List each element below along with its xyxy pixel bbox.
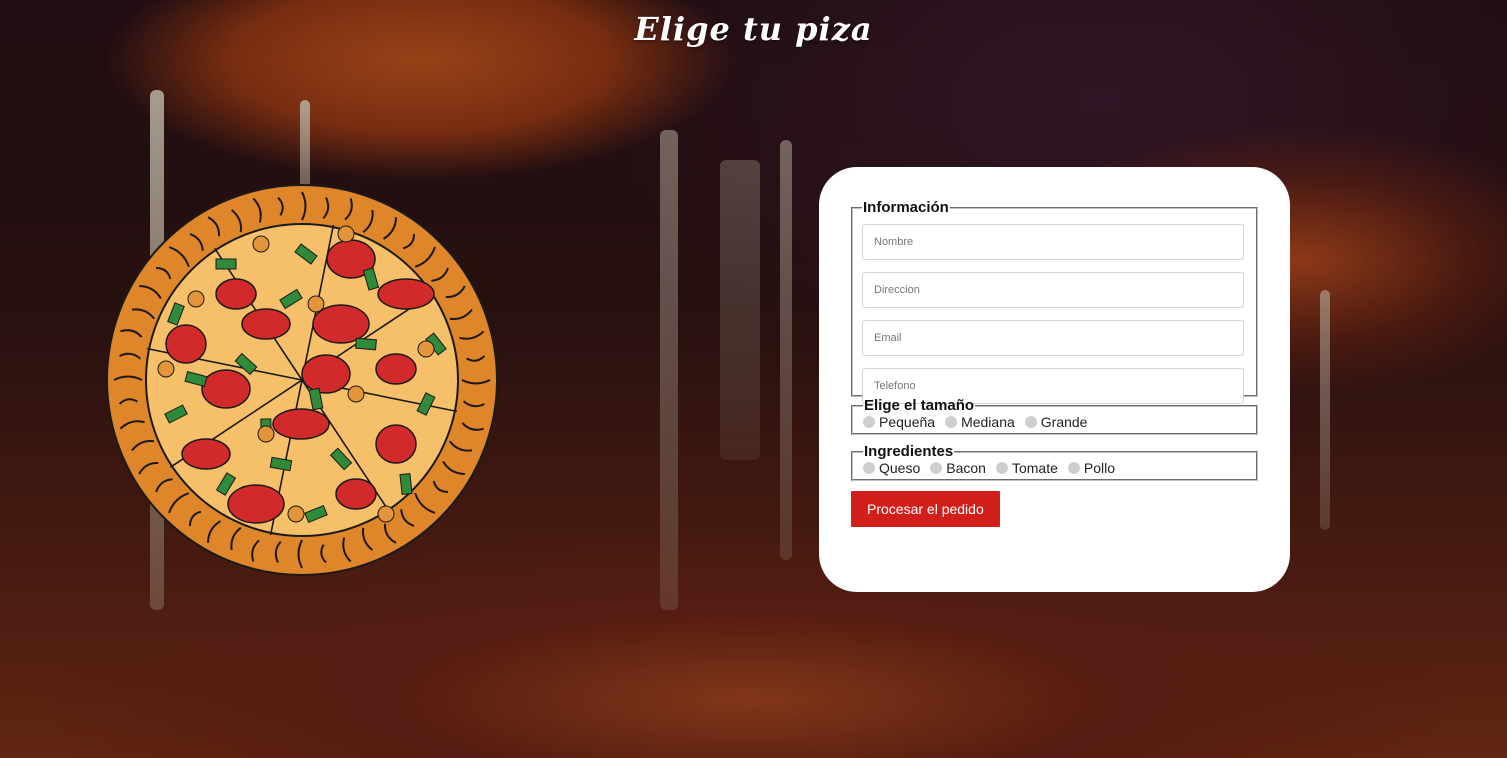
info-fieldset: Información — [851, 199, 1258, 404]
direccion-input[interactable] — [862, 272, 1244, 308]
radio-icon[interactable] — [945, 416, 958, 428]
size-legend: Elige el tamaño — [864, 397, 975, 414]
email-input[interactable] — [862, 320, 1244, 356]
ingredients-legend: Ingredientes — [864, 443, 954, 460]
size-option-pequena[interactable]: Pequeña — [863, 414, 935, 430]
radio-icon[interactable] — [930, 462, 943, 474]
page-title: Elige tu piza — [634, 10, 873, 48]
ingredient-option-bacon[interactable]: Bacon — [930, 460, 986, 476]
ingredient-option-pollo[interactable]: Pollo — [1067, 460, 1115, 476]
size-fieldset: Elige el tamaño Pequeña Mediana Grande — [851, 397, 1258, 435]
radio-icon[interactable] — [1024, 416, 1037, 428]
radio-icon[interactable] — [863, 462, 875, 474]
ingredients-fieldset: Ingredientes Queso Bacon Tomate Pollo — [851, 443, 1258, 481]
order-form-card: Información Elige el tamaño Pequeña Medi… — [819, 167, 1290, 592]
size-option-mediana[interactable]: Mediana — [945, 414, 1015, 430]
ingredient-option-queso[interactable]: Queso — [863, 460, 920, 476]
ingredient-option-tomate[interactable]: Tomate — [995, 460, 1058, 476]
submit-order-button[interactable]: Procesar el pedido — [851, 491, 1000, 527]
nombre-input[interactable] — [862, 224, 1244, 260]
size-option-grande[interactable]: Grande — [1024, 414, 1087, 430]
info-legend: Información — [863, 199, 949, 216]
pizza-illustration — [106, 184, 498, 576]
radio-icon[interactable] — [863, 416, 875, 428]
radio-icon[interactable] — [995, 462, 1008, 474]
radio-icon[interactable] — [1067, 462, 1080, 474]
size-options: Pequeña Mediana Grande — [863, 412, 1246, 432]
ingredient-options: Queso Bacon Tomate Pollo — [863, 458, 1246, 478]
